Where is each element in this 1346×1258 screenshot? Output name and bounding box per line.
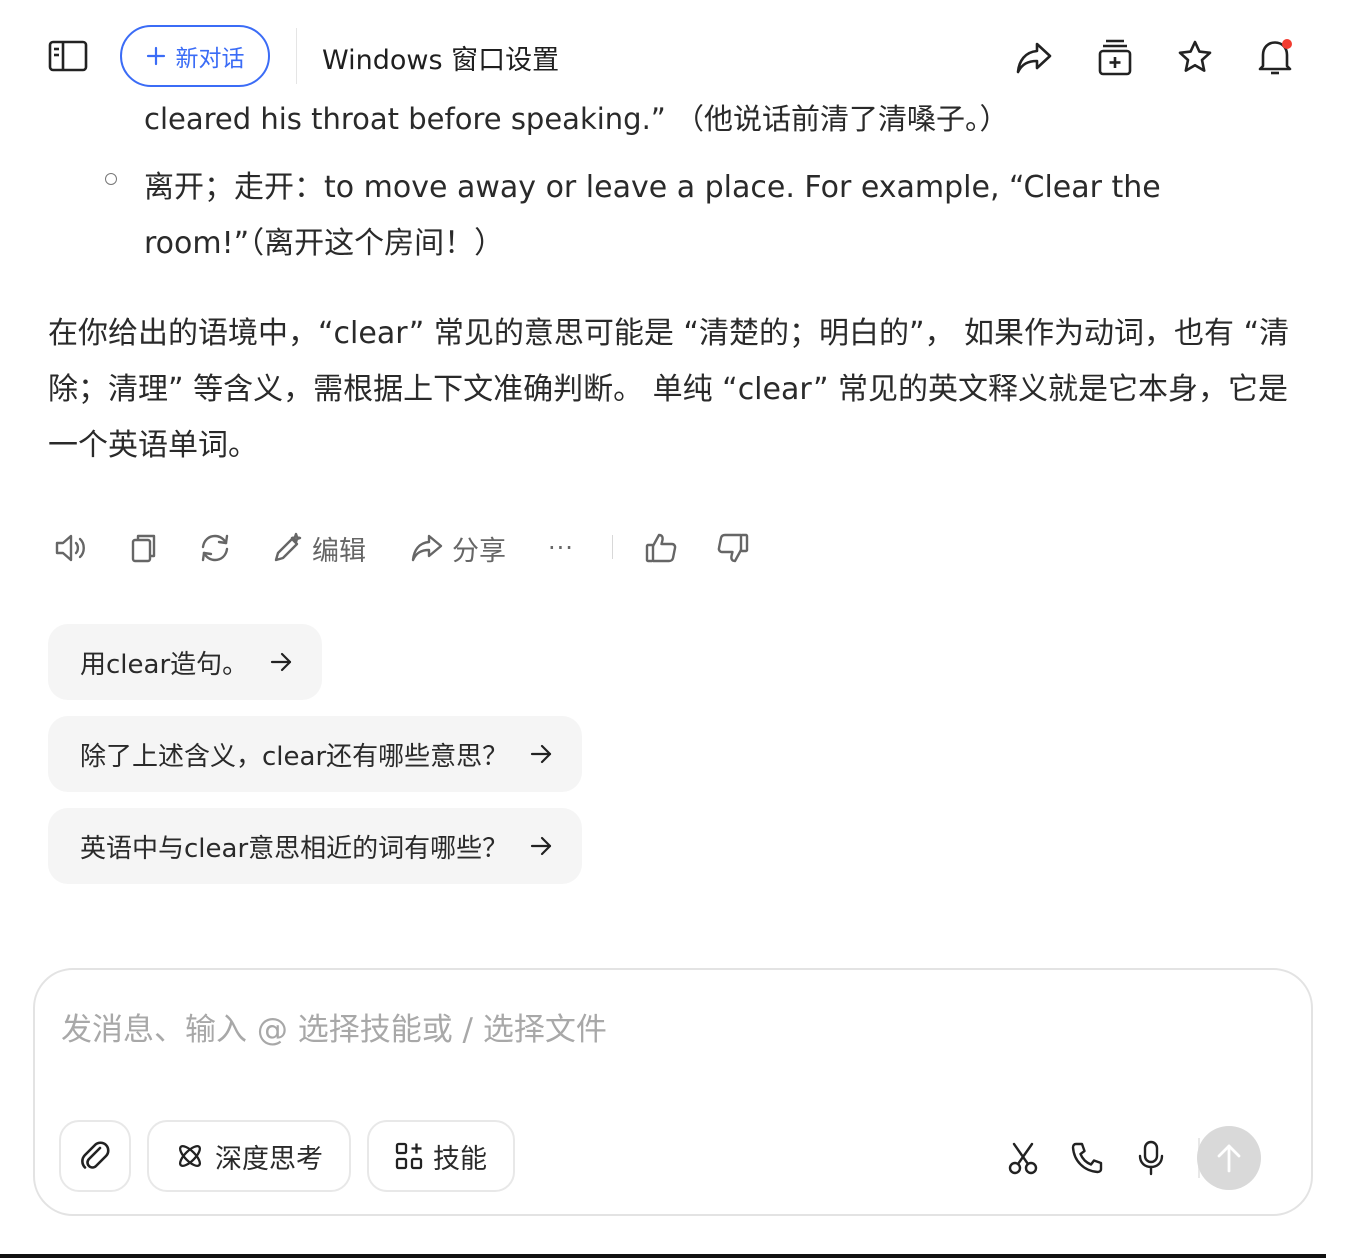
arrow-right-icon — [270, 652, 292, 672]
suggestion-text: 用clear造句。 — [80, 649, 249, 680]
suggestion-chip[interactable]: 英语中与clear意思相近的词有哪些？ — [48, 808, 583, 884]
new-chat-label: 新对话 — [175, 46, 245, 72]
copy-icon[interactable] — [128, 528, 158, 568]
arrow-up-icon — [1216, 1143, 1242, 1173]
more-options-button[interactable]: ··· — [548, 528, 574, 568]
paperclip-icon — [80, 1140, 110, 1172]
message-input-placeholder[interactable]: 发消息、输入 @ 选择技能或 / 选择文件 — [61, 1004, 607, 1049]
more-icon: ··· — [548, 534, 574, 562]
share-icon — [410, 533, 444, 563]
header-divider — [296, 28, 297, 84]
suggestion-chip[interactable]: 用clear造句。 — [48, 624, 323, 700]
star-icon[interactable] — [1174, 36, 1216, 78]
message-text-clipped-line: cleared his throat before speaking.” （他说… — [144, 102, 1009, 136]
atom-icon — [175, 1141, 205, 1171]
arrow-right-icon — [530, 836, 552, 856]
thumbs-up-icon[interactable] — [644, 528, 678, 568]
regenerate-icon[interactable] — [198, 528, 232, 568]
suggestion-text: 除了上述含义，clear还有哪些意思？ — [80, 741, 509, 772]
share-label: 分享 — [452, 535, 506, 567]
scissors-icon[interactable] — [1005, 1140, 1041, 1176]
notification-dot — [1282, 39, 1292, 49]
skills-label: 技能 — [433, 1143, 487, 1175]
action-separator — [612, 535, 613, 559]
deep-think-toggle[interactable]: 深度思考 — [147, 1120, 351, 1192]
arrow-right-icon — [530, 744, 552, 764]
send-button[interactable] — [1197, 1126, 1261, 1190]
edit-button[interactable]: 编辑 — [272, 528, 366, 568]
conversation-title[interactable]: Windows 窗口设置 — [322, 38, 559, 77]
skills-button[interactable]: 技能 — [367, 1120, 515, 1192]
plus-icon — [146, 46, 166, 66]
message-paragraph: 在你给出的语境中，“clear” 常见的意思可能是 “清楚的；明白的”， 如果作… — [48, 316, 1290, 463]
top-bar: 新对话 Windows 窗口设置 — [0, 0, 1346, 100]
microphone-icon[interactable] — [1133, 1140, 1169, 1176]
attach-button[interactable] — [59, 1120, 131, 1192]
edit-label: 编辑 — [312, 535, 366, 567]
share-icon[interactable] — [1012, 38, 1056, 78]
skills-grid-icon — [395, 1142, 423, 1170]
add-to-collection-icon[interactable] — [1094, 36, 1136, 78]
list-item: 离开；走开：to move away or leave a place. For… — [144, 170, 1161, 261]
phone-icon[interactable] — [1069, 1140, 1105, 1176]
suggestion-chip[interactable]: 除了上述含义，clear还有哪些意思？ — [48, 716, 583, 792]
window-bottom-border — [0, 1254, 1326, 1258]
list-bullet — [105, 173, 117, 185]
sidebar-toggle-icon[interactable] — [46, 38, 90, 74]
thumbs-down-icon[interactable] — [716, 528, 750, 568]
new-chat-button[interactable]: 新对话 — [120, 25, 270, 87]
message-composer[interactable]: 发消息、输入 @ 选择技能或 / 选择文件 深度思考 技能 — [33, 968, 1313, 1216]
edit-icon — [272, 532, 304, 564]
suggestion-text: 英语中与clear意思相近的词有哪些？ — [80, 833, 509, 864]
read-aloud-icon[interactable] — [54, 528, 88, 568]
share-answer-button[interactable]: 分享 — [410, 528, 506, 568]
deep-think-label: 深度思考 — [215, 1143, 323, 1175]
